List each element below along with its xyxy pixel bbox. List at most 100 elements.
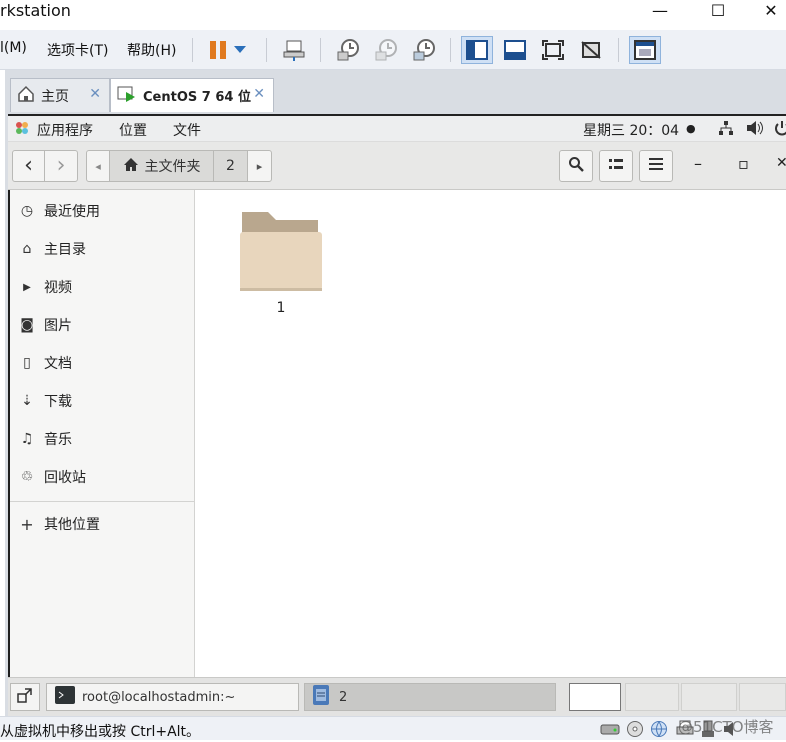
tab-home[interactable]: 主页 ✕ bbox=[10, 78, 110, 112]
show-library-icon[interactable] bbox=[461, 36, 493, 64]
hard-disk-icon[interactable] bbox=[600, 721, 620, 741]
network-adapter-icon[interactable] bbox=[650, 720, 668, 742]
toolbar-divider bbox=[618, 38, 619, 62]
toolbar-divider bbox=[266, 38, 267, 62]
close-button[interactable]: ✕ bbox=[756, 0, 786, 24]
music-icon: ♫ bbox=[20, 431, 34, 447]
video-icon: ▶ bbox=[23, 281, 31, 293]
revert-snapshot-icon[interactable] bbox=[370, 36, 402, 64]
applications-icon[interactable] bbox=[14, 120, 30, 140]
unity-mode-icon[interactable] bbox=[575, 36, 607, 64]
file-view: 1 bbox=[196, 190, 786, 677]
clock[interactable]: 星期三 20：04 bbox=[583, 120, 679, 140]
taskbar-files[interactable]: 2 bbox=[304, 683, 556, 711]
workspace-icon bbox=[17, 687, 33, 707]
sidebar-item-label: 音乐 bbox=[44, 432, 72, 448]
sidebar-item-label: 其他位置 bbox=[44, 517, 100, 533]
path-current-label: 2 bbox=[226, 158, 235, 174]
workspace-4[interactable] bbox=[739, 683, 786, 711]
places-sidebar: ◷ 最近使用 ⌂ 主目录 ▶ 视频 ◙ 图片 ▯ 文档 ⇣ 下载 ♫ 音乐 ♲ … bbox=[10, 190, 195, 677]
cd-drive-icon[interactable] bbox=[626, 720, 644, 742]
hamburger-icon bbox=[649, 158, 663, 174]
back-button[interactable]: ‹ bbox=[12, 150, 45, 182]
vm-running-icon bbox=[117, 85, 137, 107]
sidebar-item-label: 下载 bbox=[44, 394, 72, 410]
workspace-switch-button[interactable] bbox=[10, 683, 40, 711]
window-maximize-icon[interactable]: ▫ bbox=[738, 154, 749, 173]
vm-toolbar: l(M) 选项卡(T) 帮助(H) bbox=[0, 30, 786, 70]
search-icon bbox=[568, 156, 584, 176]
volume-icon[interactable] bbox=[746, 120, 764, 140]
taskbar-files-label: 2 bbox=[339, 689, 348, 705]
send-keys-icon[interactable] bbox=[278, 36, 310, 64]
scroll-left-icon: ◂ bbox=[95, 159, 101, 173]
path-current-button[interactable]: 2 bbox=[213, 150, 248, 182]
path-home-button[interactable]: 主文件夹 bbox=[109, 150, 214, 182]
folder-item[interactable]: 1 bbox=[236, 208, 326, 318]
workspace-1[interactable] bbox=[569, 683, 621, 711]
sidebar-item-label: 回收站 bbox=[44, 470, 86, 486]
sidebar-item-recent[interactable]: ◷ 最近使用 bbox=[10, 192, 195, 230]
trash-icon: ♲ bbox=[20, 469, 34, 485]
forward-button[interactable]: › bbox=[44, 150, 78, 182]
snapshot-manager-icon[interactable] bbox=[408, 36, 440, 64]
close-tab-icon[interactable]: ✕ bbox=[253, 86, 265, 102]
sidebar-item-label: 最近使用 bbox=[44, 204, 100, 220]
maximize-button[interactable]: ☐ bbox=[698, 0, 738, 24]
path-scroll-right[interactable]: ▸ bbox=[247, 150, 272, 182]
sidebar-item-other-locations[interactable]: + 其他位置 bbox=[10, 505, 195, 543]
view-toggle-button[interactable] bbox=[599, 150, 633, 182]
gnome-top-bar: 应用程序 位置 文件 星期三 20：04 ● bbox=[8, 114, 786, 142]
sidebar-item-downloads[interactable]: ⇣ 下载 bbox=[10, 382, 195, 420]
sidebar-item-pictures[interactable]: ◙ 图片 bbox=[10, 306, 195, 344]
console-view-icon[interactable] bbox=[629, 36, 661, 64]
sidebar-item-documents[interactable]: ▯ 文档 bbox=[10, 344, 195, 382]
minimize-button[interactable]: — bbox=[640, 0, 680, 24]
home-icon bbox=[123, 157, 139, 176]
full-screen-icon[interactable] bbox=[537, 36, 569, 64]
folder-icon bbox=[236, 208, 326, 300]
home-icon: ⌂ bbox=[22, 241, 32, 257]
menu-help[interactable]: 帮助(H) bbox=[127, 40, 176, 60]
files-header-bar: ‹ › ◂ 主文件夹 2 ▸ – ▫ ✕ bbox=[8, 142, 786, 190]
host-status-bar: 从虚拟机中移出或按 Ctrl+Alt。 @51CTO博客 bbox=[0, 716, 786, 740]
workspace-2[interactable] bbox=[625, 683, 679, 711]
workspace-3[interactable] bbox=[681, 683, 737, 711]
document-icon: ▯ bbox=[23, 355, 31, 371]
sidebar-item-home[interactable]: ⌂ 主目录 bbox=[10, 230, 195, 268]
download-icon: ⇣ bbox=[21, 393, 33, 409]
menu-vm[interactable]: l(M) bbox=[0, 40, 27, 56]
notification-dot: ● bbox=[686, 122, 696, 135]
sidebar-item-trash[interactable]: ♲ 回收站 bbox=[10, 458, 195, 496]
tab-centos[interactable]: CentOS 7 64 位 ✕ bbox=[110, 78, 274, 112]
places-menu[interactable]: 位置 bbox=[119, 120, 147, 140]
applications-menu[interactable]: 应用程序 bbox=[37, 120, 93, 140]
window-minimize-icon[interactable]: – bbox=[694, 154, 702, 173]
close-tab-icon[interactable]: ✕ bbox=[89, 86, 101, 102]
network-icon[interactable] bbox=[718, 120, 734, 140]
path-scroll-left[interactable]: ◂ bbox=[86, 150, 110, 182]
thumbnail-bar-icon[interactable] bbox=[499, 36, 531, 64]
power-icon[interactable] bbox=[774, 120, 786, 140]
sidebar-item-music[interactable]: ♫ 音乐 bbox=[10, 420, 195, 458]
menu-button[interactable] bbox=[639, 150, 673, 182]
window-list-bar: root@localhostadmin:~ 2 bbox=[8, 677, 786, 716]
taskbar-terminal[interactable]: root@localhostadmin:~ bbox=[46, 683, 299, 711]
files-menu[interactable]: 文件 bbox=[173, 120, 201, 140]
toolbar-divider bbox=[450, 38, 451, 62]
host-title-bar: rkstation — ☐ ✕ bbox=[0, 0, 786, 30]
search-button[interactable] bbox=[559, 150, 593, 182]
window-close-icon[interactable]: ✕ bbox=[776, 155, 786, 171]
status-hint: 从虚拟机中移出或按 Ctrl+Alt。 bbox=[0, 724, 201, 740]
tab-home-label: 主页 bbox=[41, 88, 69, 105]
sidebar-item-videos[interactable]: ▶ 视频 bbox=[10, 268, 195, 306]
plus-icon: + bbox=[20, 514, 34, 534]
toolbar-divider bbox=[192, 38, 193, 62]
menu-tabs[interactable]: 选项卡(T) bbox=[47, 40, 108, 60]
toolbar-divider bbox=[320, 38, 321, 62]
sidebar-divider bbox=[10, 501, 195, 502]
tab-centos-label: CentOS 7 64 位 bbox=[143, 90, 251, 105]
sidebar-item-label: 主目录 bbox=[44, 242, 86, 258]
pause-dropdown-icon[interactable] bbox=[230, 36, 250, 64]
snapshot-icon[interactable] bbox=[332, 36, 364, 64]
